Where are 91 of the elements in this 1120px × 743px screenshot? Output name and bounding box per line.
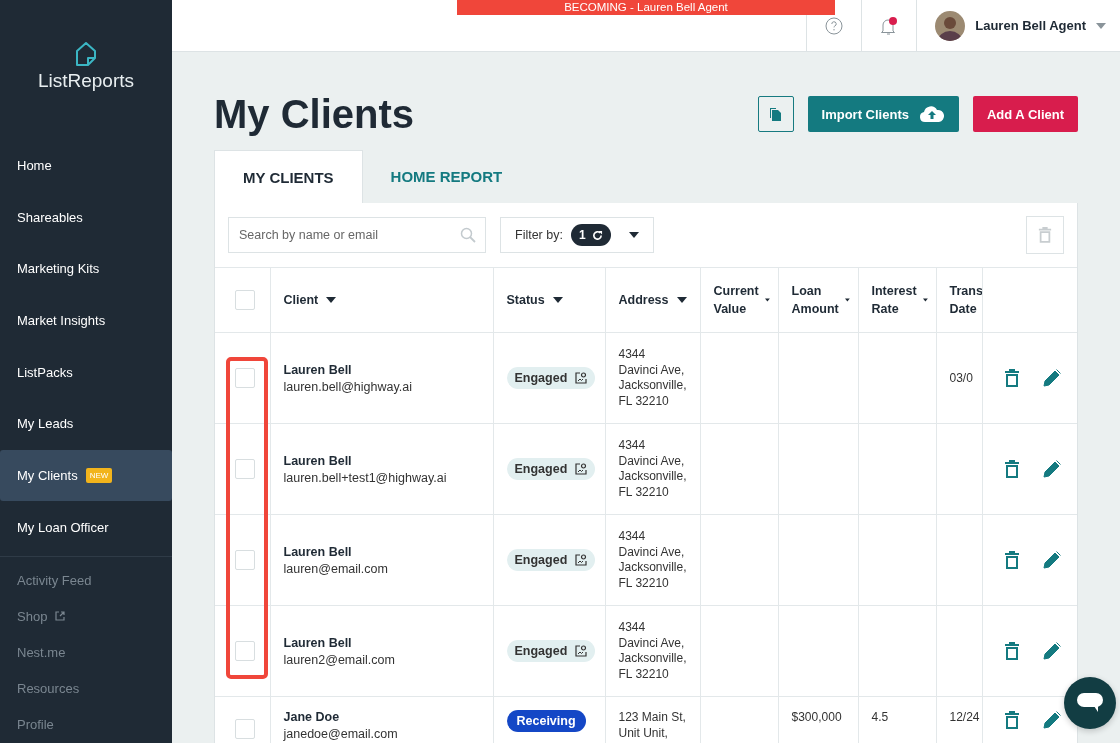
logo-text: ListReports — [37, 70, 135, 92]
client-name: Lauren Bell — [283, 453, 353, 468]
edit-icon[interactable] — [1041, 368, 1062, 388]
table-cell: 03/0 — [949, 371, 973, 385]
report-icon — [575, 372, 588, 384]
refresh-icon — [591, 229, 603, 241]
row-checkbox[interactable] — [235, 641, 255, 661]
address-text: 4344 Davinci Ave, Jacksonville, FL 32210 — [618, 620, 688, 682]
sidebar-item[interactable]: Profile — [0, 706, 172, 743]
edit-icon[interactable] — [1041, 710, 1062, 730]
logo-icon — [73, 42, 99, 66]
report-icon — [575, 554, 588, 566]
report-icon — [575, 645, 588, 657]
page-title: My Clients — [214, 91, 416, 137]
filter-dropdown[interactable]: Filter by: 1 — [500, 217, 654, 253]
address-text: 4344 Davinci Ave, Jacksonville, FL 32210 — [618, 347, 688, 409]
avatar-icon[interactable] — [935, 10, 966, 41]
sidebar-item[interactable]: Nest.me — [0, 634, 172, 671]
bell-icon[interactable] — [880, 15, 899, 36]
row-checkbox[interactable] — [235, 719, 255, 739]
sidebar-item[interactable]: Shop — [0, 598, 172, 635]
report-icon — [575, 463, 588, 475]
tab[interactable]: MY CLIENTS — [214, 150, 363, 203]
delete-icon[interactable] — [1003, 550, 1020, 570]
search-icon — [460, 227, 476, 243]
caret-icon — [628, 232, 639, 238]
caret-icon — [844, 297, 850, 303]
status-badge: Receiving — [506, 710, 586, 732]
client-email: lauren2@email.com — [283, 652, 396, 667]
client-email: janedoe@email.com — [283, 727, 399, 741]
caret-icon — [764, 297, 770, 303]
client-name: Lauren Bell — [283, 362, 353, 377]
status-badge: Engaged — [506, 367, 596, 389]
sidebar-item[interactable]: My Leads — [0, 398, 172, 450]
sidebar-item[interactable]: Activity Feed — [0, 562, 172, 599]
edit-icon[interactable] — [1041, 641, 1062, 661]
client-name: Jane Doe — [283, 710, 341, 724]
filter-label: Filter by: — [515, 228, 563, 242]
delete-icon[interactable] — [1003, 368, 1020, 388]
sidebar-item[interactable]: My Loan Officer — [0, 501, 172, 554]
impersonation-banner: BECOMING - Lauren Bell Agent — [457, 0, 835, 15]
caret-icon — [326, 297, 337, 303]
address-text: 123 Main St, Unit Unit, — [618, 710, 687, 741]
delete-icon[interactable] — [1003, 459, 1020, 479]
chat-button[interactable] — [1064, 677, 1116, 729]
column-header[interactable]: Status — [506, 291, 545, 309]
add-client-button[interactable]: Add A Client — [972, 96, 1078, 132]
import-button[interactable]: Import Clients — [807, 96, 959, 132]
status-badge: Engaged — [506, 640, 596, 662]
client-name: Lauren Bell — [283, 544, 353, 559]
client-email: lauren@email.com — [283, 561, 389, 576]
row-checkbox[interactable] — [235, 459, 255, 479]
edit-icon[interactable] — [1041, 459, 1062, 479]
sidebar-item[interactable]: Resources — [0, 670, 172, 707]
sidebar-item[interactable]: Home — [0, 139, 172, 192]
caret-icon — [922, 297, 928, 303]
search-field[interactable]: Search by name or email — [228, 217, 486, 253]
status-badge: Engaged — [506, 549, 596, 571]
column-header[interactable]: Address — [618, 291, 669, 309]
sidebar-item[interactable]: My Clients NEW — [0, 449, 172, 502]
address-text: 4344 Davinci Ave, Jacksonville, FL 32210 — [618, 438, 688, 500]
table-cell: 12/24 — [949, 710, 980, 724]
sidebar-item[interactable]: Shareables — [0, 191, 172, 243]
caret-icon — [552, 297, 563, 303]
help-icon[interactable] — [825, 16, 844, 35]
table-cell: $300,000 — [791, 710, 842, 724]
copy-button[interactable] — [757, 96, 794, 132]
row-checkbox[interactable] — [235, 550, 255, 570]
caret-icon — [676, 297, 687, 303]
delete-icon[interactable] — [1003, 641, 1020, 661]
sidebar-item[interactable]: Market Insights — [0, 294, 172, 347]
address-text: 4344 Davinci Ave, Jacksonville, FL 32210 — [618, 529, 688, 591]
table-cell: 4.5 — [871, 710, 889, 724]
copy-icon — [769, 107, 783, 121]
column-header[interactable]: Client — [283, 291, 319, 309]
edit-icon[interactable] — [1041, 550, 1062, 570]
select-all-checkbox[interactable] — [235, 290, 255, 310]
caret-icon — [1096, 22, 1106, 29]
new-badge: NEW — [85, 468, 113, 484]
client-email: lauren.bell@highway.ai — [283, 379, 413, 394]
row-checkbox[interactable] — [235, 368, 255, 388]
sidebar-item[interactable]: Marketing Kits — [0, 242, 172, 295]
user-name[interactable]: Lauren Bell Agent — [975, 18, 1086, 33]
delete-icon[interactable] — [1003, 710, 1020, 730]
cloud-upload-icon — [918, 105, 945, 123]
filter-count[interactable]: 1 — [570, 224, 611, 246]
client-name: Lauren Bell — [283, 635, 353, 650]
status-badge: Engaged — [506, 458, 596, 480]
sidebar-item[interactable]: ListPacks — [0, 346, 172, 398]
client-email: lauren.bell+test1@highway.ai — [283, 470, 448, 485]
tab[interactable]: HOME REPORT — [362, 150, 531, 203]
